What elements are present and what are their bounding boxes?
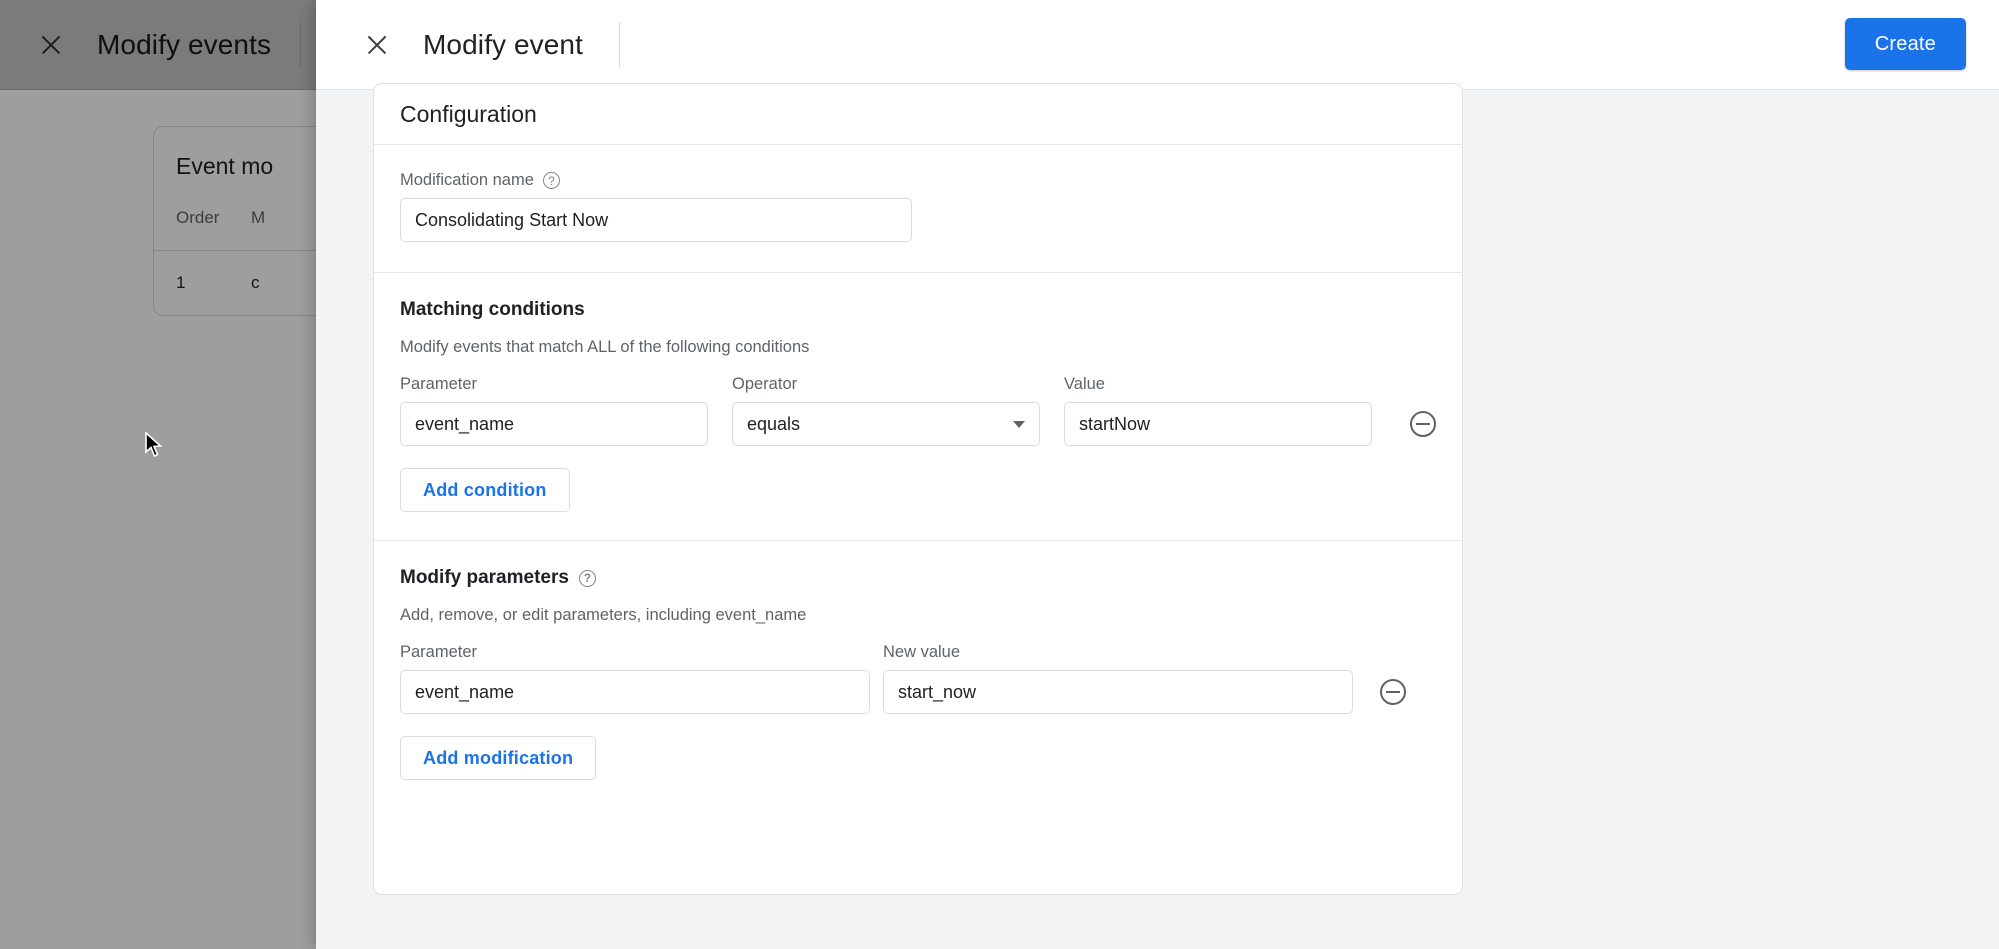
modify-parameters-title: Modify parameters ? <box>400 567 1436 589</box>
minus-circle-icon[interactable] <box>1410 411 1436 437</box>
configuration-card: Configuration Modification name ? Consol… <box>373 83 1463 895</box>
modification-remove-wrap <box>1366 670 1406 714</box>
condition-value-input[interactable]: startNow <box>1064 402 1372 446</box>
cell-modification: c <box>251 273 260 292</box>
condition-remove-wrap <box>1396 402 1436 446</box>
modification-parameter-input[interactable]: event_name <box>400 670 870 714</box>
cell-order: 1 <box>176 273 186 292</box>
modification-name-label-text: Modification name <box>400 171 534 189</box>
panel-topbar: Modify event Create <box>316 0 1999 90</box>
condition-operator-value: equals <box>747 413 801 434</box>
condition-parameter-input[interactable]: event_name <box>400 402 708 446</box>
condition-operator-label: Operator <box>732 375 798 393</box>
modify-parameters-section: Modify parameters ? Add, remove, or edit… <box>374 541 1462 780</box>
minus-circle-icon[interactable] <box>1380 679 1406 705</box>
column-header-order: Order <box>176 208 220 227</box>
modify-event-panel: Modify event Create Configuration Modifi… <box>316 0 1999 949</box>
modification-row: Parameter event_name New value start_now <box>400 643 1436 714</box>
matching-conditions-subtitle: Modify events that match ALL of the foll… <box>400 338 810 356</box>
screen-root: Modify events Event mo Order M 1 c Modif… <box>0 0 1999 949</box>
background-card-title: Event mo <box>176 153 274 179</box>
modification-parameter-label: Parameter <box>400 643 478 661</box>
background-page-title: Modify events <box>97 28 272 60</box>
column-header-modification: M <box>251 208 266 227</box>
modify-parameters-title-text: Modify parameters <box>400 567 569 588</box>
title-divider <box>619 22 620 68</box>
condition-value-label: Value <box>1064 375 1105 393</box>
background-card: Event mo Order M 1 c <box>153 126 316 316</box>
condition-parameter-label: Parameter <box>400 375 478 393</box>
modify-parameters-subtitle: Add, remove, or edit parameters, includi… <box>400 606 807 624</box>
matching-conditions-section: Matching conditions Modify events that m… <box>374 273 1462 540</box>
condition-row: Parameter event_name Operator equals Val… <box>400 375 1436 446</box>
create-button[interactable]: Create <box>1844 18 1966 70</box>
matching-conditions-title: Matching conditions <box>400 299 585 320</box>
background-app: Modify events Event mo Order M 1 c <box>0 0 316 949</box>
modification-name-input[interactable]: Consolidating Start Now <box>400 198 912 242</box>
add-modification-button[interactable]: Add modification <box>400 736 597 780</box>
background-body: Event mo Order M 1 c <box>0 90 316 949</box>
help-icon[interactable]: ? <box>542 172 560 189</box>
modification-new-value-label: New value <box>883 643 961 661</box>
background-divider <box>300 22 301 68</box>
help-icon[interactable]: ? <box>578 569 596 587</box>
background-table-header: Order M <box>154 208 316 251</box>
modification-name-section: Modification name ? Consolidating Start … <box>374 145 1462 272</box>
background-topbar: Modify events <box>0 0 316 90</box>
modification-new-value-input[interactable]: start_now <box>883 670 1353 714</box>
table-row[interactable]: 1 c <box>154 251 316 315</box>
page-title: Modify event <box>423 28 583 60</box>
configuration-header: Configuration <box>374 84 1462 145</box>
add-condition-button[interactable]: Add condition <box>400 468 570 512</box>
close-icon[interactable] <box>38 32 64 58</box>
modification-name-label: Modification name ? <box>400 171 912 190</box>
condition-operator-select[interactable]: equals <box>732 402 1040 446</box>
close-icon[interactable] <box>364 32 390 58</box>
chevron-down-icon <box>1013 420 1025 428</box>
